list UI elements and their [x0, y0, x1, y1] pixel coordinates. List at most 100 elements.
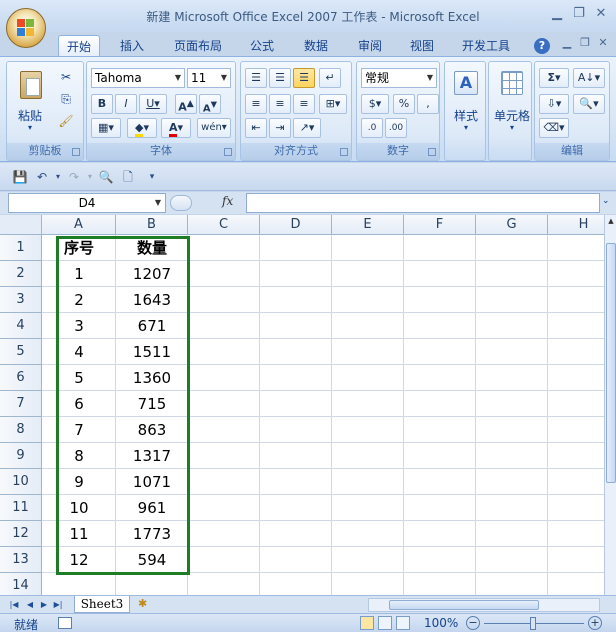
zoom-out-icon[interactable]: −: [466, 616, 480, 630]
align-bottom-button[interactable]: ☰: [293, 68, 315, 88]
row-header[interactable]: 5: [0, 339, 42, 365]
merge-center-button[interactable]: ⊞▾: [319, 94, 347, 114]
name-box[interactable]: D4 ▼: [8, 193, 166, 213]
row-header[interactable]: 10: [0, 469, 42, 495]
maximize-icon[interactable]: ❐: [568, 6, 590, 24]
row-header[interactable]: 8: [0, 417, 42, 443]
undo-icon[interactable]: ↶: [34, 169, 50, 185]
cells-button[interactable]: 单元格 ▾: [491, 66, 531, 136]
tab-page-layout[interactable]: 页面布局: [166, 35, 230, 57]
row-header[interactable]: 7: [0, 391, 42, 417]
decrease-decimal-button[interactable]: .00: [385, 118, 407, 138]
formula-input[interactable]: [246, 193, 600, 213]
column-header[interactable]: H: [548, 215, 604, 235]
close-icon[interactable]: ✕: [590, 6, 612, 24]
column-header[interactable]: F: [404, 215, 476, 235]
styles-button[interactable]: A 样式 ▾: [447, 66, 483, 136]
sort-filter-button[interactable]: A↓▾: [573, 68, 605, 88]
vertical-scrollbar[interactable]: ▲: [604, 215, 616, 595]
increase-decimal-button[interactable]: .0: [361, 118, 383, 138]
insert-sheet-icon[interactable]: ✱: [138, 597, 156, 611]
percent-button[interactable]: %: [393, 94, 415, 114]
number-format-combo[interactable]: 常规 ▼: [361, 68, 437, 88]
bold-button[interactable]: B: [91, 94, 113, 114]
expand-name-box-icon[interactable]: [170, 195, 192, 211]
number-launcher-icon[interactable]: .: [428, 148, 436, 156]
tab-home[interactable]: 开始: [58, 35, 100, 57]
increase-indent-button[interactable]: ⇥: [269, 118, 291, 138]
ribbon-close-icon[interactable]: ✕: [592, 36, 614, 54]
zoom-slider-thumb[interactable]: [530, 617, 536, 630]
row-header[interactable]: 4: [0, 313, 42, 339]
orientation-button[interactable]: ↗▾: [293, 118, 321, 138]
worksheet-grid[interactable]: A B C D E F G H 1 2 3 4 5 6 7 8 9 10 11 12 13 14 序号 数量 1 1207 2 164…: [0, 215, 604, 595]
align-top-button[interactable]: ☰: [245, 68, 267, 88]
phonetic-button[interactable]: wén▾: [197, 118, 231, 138]
tab-formulas[interactable]: 公式: [242, 35, 282, 57]
decrease-indent-button[interactable]: ⇤: [245, 118, 267, 138]
next-sheet-icon[interactable]: ▶: [38, 598, 50, 612]
redo-icon[interactable]: ↷: [66, 169, 82, 185]
macro-record-icon[interactable]: [58, 617, 72, 629]
scroll-up-icon[interactable]: ▲: [605, 217, 616, 227]
column-header[interactable]: D: [260, 215, 332, 235]
cut-icon[interactable]: ✂: [55, 66, 77, 86]
row-header[interactable]: 1: [0, 235, 42, 261]
column-header[interactable]: C: [188, 215, 260, 235]
tab-insert[interactable]: 插入: [112, 35, 152, 57]
horizontal-scrollbar[interactable]: [368, 598, 600, 612]
underline-button[interactable]: U▾: [139, 94, 167, 114]
minimize-icon[interactable]: ▁: [546, 6, 568, 24]
new-document-icon[interactable]: 🗋: [120, 169, 136, 185]
column-header[interactable]: B: [116, 215, 188, 235]
border-button[interactable]: ▦▾: [91, 118, 121, 138]
font-name-combo[interactable]: Tahoma ▼: [91, 68, 185, 88]
tab-data[interactable]: 数据: [296, 35, 336, 57]
comma-button[interactable]: ,: [417, 94, 439, 114]
normal-view-icon[interactable]: [360, 616, 374, 630]
copy-icon[interactable]: ⎘: [55, 88, 77, 108]
alignment-launcher-icon[interactable]: .: [340, 148, 348, 156]
row-header[interactable]: 13: [0, 547, 42, 573]
align-right-button[interactable]: ≡: [293, 94, 315, 114]
horizontal-scroll-thumb[interactable]: [389, 600, 539, 610]
row-header[interactable]: 2: [0, 261, 42, 287]
row-header[interactable]: 14: [0, 573, 42, 595]
font-size-combo[interactable]: 11 ▼: [187, 68, 231, 88]
fill-button[interactable]: ⇩▾: [539, 94, 569, 114]
page-break-view-icon[interactable]: [396, 616, 410, 630]
column-header[interactable]: G: [476, 215, 548, 235]
save-icon[interactable]: 💾: [12, 169, 28, 185]
chevron-down-icon[interactable]: ▾: [50, 169, 66, 185]
help-icon[interactable]: ?: [534, 38, 550, 54]
tab-view[interactable]: 视图: [402, 35, 442, 57]
tab-developer[interactable]: 开发工具: [454, 35, 518, 57]
wrap-text-button[interactable]: ↵: [319, 68, 341, 88]
first-sheet-icon[interactable]: |◀: [8, 598, 20, 612]
last-sheet-icon[interactable]: ▶|: [52, 598, 64, 612]
zoom-level[interactable]: 100%: [424, 616, 458, 630]
vertical-scroll-thumb[interactable]: [606, 243, 616, 483]
sheet-tab-sheet3[interactable]: Sheet3: [74, 596, 130, 613]
align-left-button[interactable]: ≡: [245, 94, 267, 114]
prev-sheet-icon[interactable]: ◀: [24, 598, 36, 612]
print-preview-icon[interactable]: 🔍: [98, 169, 114, 185]
column-header[interactable]: A: [42, 215, 116, 235]
chevron-down-icon[interactable]: ▾: [82, 169, 98, 185]
italic-button[interactable]: I: [115, 94, 137, 114]
clipboard-launcher-icon[interactable]: .: [72, 148, 80, 156]
column-header[interactable]: E: [332, 215, 404, 235]
clear-button[interactable]: ⌫▾: [539, 118, 569, 138]
row-header[interactable]: 12: [0, 521, 42, 547]
tab-review[interactable]: 审阅: [350, 35, 390, 57]
office-button[interactable]: [6, 8, 46, 48]
autosum-button[interactable]: Σ▾: [539, 68, 569, 88]
align-middle-button[interactable]: ☰: [269, 68, 291, 88]
paste-button[interactable]: 粘贴 ▾: [11, 66, 47, 134]
fill-color-button[interactable]: ◆▾: [127, 118, 157, 138]
select-all-corner[interactable]: [0, 215, 42, 235]
zoom-in-icon[interactable]: +: [588, 616, 602, 630]
row-header[interactable]: 9: [0, 443, 42, 469]
row-header[interactable]: 6: [0, 365, 42, 391]
row-header[interactable]: 3: [0, 287, 42, 313]
